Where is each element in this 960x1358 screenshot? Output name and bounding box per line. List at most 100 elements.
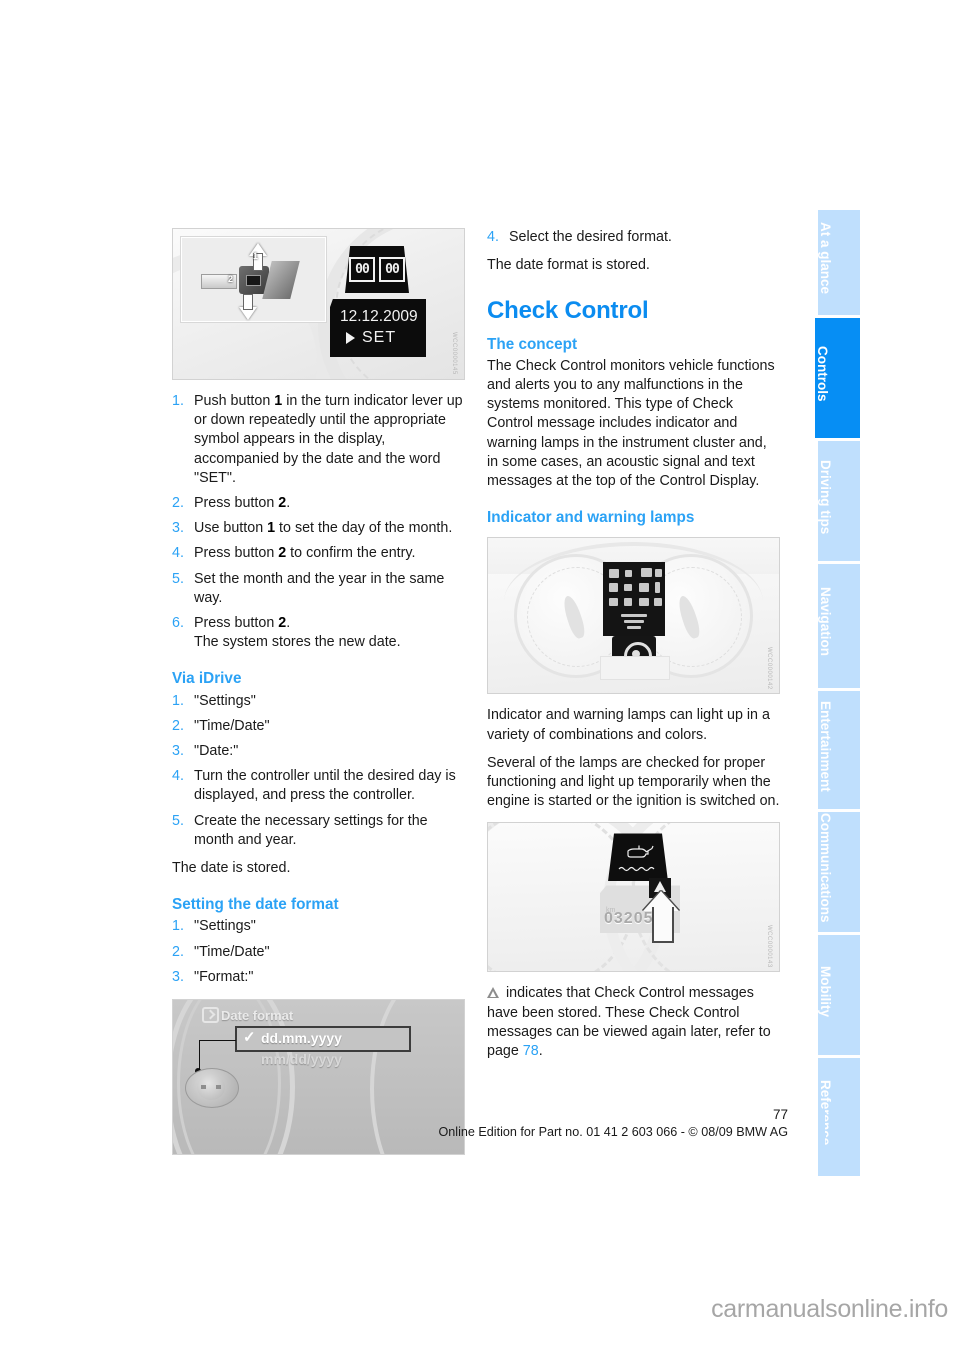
step-text: "Settings" [194,692,256,709]
step-text: Set the month and the year in the same w… [194,570,445,606]
list-item: 1. Push button 1 in the turn indicator l… [172,392,465,488]
heading-via-idrive: Via iDrive [172,670,242,688]
lamp-icon-8 [655,582,660,594]
lane-icon-bar-2 [624,620,644,624]
step-number: 3. [172,968,184,985]
checkmark-icon: ✓ [243,1029,256,1047]
sidebar-item-label: Controls [815,346,830,402]
right-column: 4. Select the desired format. The date f… [487,228,780,1070]
list-item: 5. Create the necessary settings for the… [172,812,465,850]
lcd-set-label: SET [362,329,397,346]
date-format-title-icon [202,1007,219,1024]
step-text: Press button 2 to confirm the entry. [194,545,416,562]
lcd-date-panel: 12.12.2009 SET [330,299,426,357]
figure-credit-code: WCC0000145 [451,332,457,375]
footer-marker-bar [818,1110,825,1158]
page-reference-link[interactable]: 78 [523,1043,539,1059]
step-number: 1. [172,393,184,409]
manual-page: 1 2 00 00 12.12.2009 SET WCC0000145 1. P… [0,0,960,1358]
lane-icon-bar-1 [621,614,647,618]
step-number: 3. [172,743,184,760]
sidebar-item-label: At a glance [818,222,833,295]
page-footer: 77 Online Edition for Part no. 01 41 2 6… [0,1107,810,1139]
step-number: 4. [487,229,499,245]
list-item: 3. Use button 1 to set the day of the mo… [172,519,465,538]
step-number: 6. [172,615,184,632]
step-number: 5. [172,812,184,829]
sidebar-item-mobility[interactable]: Mobility [818,935,860,1055]
step-number: 4. [172,545,184,562]
menu-option-selected: dd.mm.yyyy [261,1030,342,1047]
sidebar-item-label: Driving tips [818,459,833,535]
list-item: 1. "Settings" [172,917,465,936]
list-item: 4. Select the desired format. [487,228,780,247]
heading-check-control: Check Control [487,297,649,325]
sidebar-item-driving-tips[interactable]: Driving tips [818,441,860,561]
figure-turn-indicator-lever: 1 2 00 00 12.12.2009 SET WCC0000145 [172,228,465,380]
oil-can-icon [627,845,654,859]
figure-oil-warning-lamp: km 032050 WCC0000143 [487,822,780,973]
lane-icon-bar-3 [627,626,641,630]
lamp-icon-6 [624,584,632,592]
arrow-down-stem [244,295,252,309]
list-item: 4. Press button 2 to confirm the entry. [172,544,465,563]
step-text: "Time/Date" [194,717,270,734]
lamp-icon-3 [641,568,652,578]
callout-arrow-shaft [652,907,674,944]
lever-detail-box: 1 2 [180,236,327,323]
lamp-icon-4 [655,569,662,578]
heading-setting-date-format: Setting the date format [172,896,339,914]
edition-line: Online Edition for Part no. 01 41 2 603 … [438,1125,788,1139]
sidebar-item-label: Navigation [818,587,833,657]
step-number: 4. [172,768,184,785]
controller-mark-right [216,1085,221,1090]
sidebar-item-communications[interactable]: Communications [818,812,860,932]
lamp-icon-2 [625,570,632,578]
heading-the-concept: The concept [487,335,578,353]
list-item: 2. Press button 2. [172,494,465,513]
warning-triangle-icon [487,987,499,999]
step-text: "Settings" [194,918,256,935]
step-text: Press button 2. [194,615,291,632]
list-item: 3. "Date:" [172,742,465,761]
steps-set-date-manual: 1. Push button 1 in the turn indicator l… [172,392,465,652]
after-step-4-text: The date format is stored. [487,257,650,274]
list-item: 3. "Format:" [172,968,465,987]
lamp-icon-10 [624,598,632,607]
step-text: Push button 1 in the turn indicator leve… [194,393,463,486]
oil-lamp-display [608,833,668,882]
step-text: "Format:" [194,968,254,985]
sidebar-item-controls[interactable]: Controls [815,318,860,438]
step-text: Use button 1 to set the day of the month… [194,520,453,537]
lamps-paragraph-3: indicates that Check Control messages ha… [487,984,780,1061]
steps-setting-date-format: 1. "Settings" 2. "Time/Date" 3. "Format:… [172,917,465,987]
list-item: 1. "Settings" [172,692,465,711]
page-number: 77 [772,1107,788,1122]
cluster-lower-tray [600,656,670,681]
lamps-paragraph-3-post: . [538,1043,543,1060]
step-subtext: The system stores the new date. [194,634,401,651]
sidebar-item-navigation[interactable]: Navigation [818,564,860,688]
lamp-icon-1 [609,569,619,579]
step-text: Create the necessary settings for the mo… [194,812,428,848]
callout-1-label: 1 [253,251,259,261]
lcd-segment-left: 00 [349,257,375,282]
step-number: 2. [172,943,184,960]
lcd-segment-right: 00 [379,257,405,282]
callout-2-label: 2 [228,274,234,284]
concept-paragraph: The Check Control monitors vehicle funct… [487,357,775,490]
step-number: 3. [172,520,184,537]
sidebar-item-label: Communications [818,813,833,923]
lamp-icon-5 [609,583,618,593]
menu-option-other: mm/dd/yyyy [261,1051,342,1068]
figure-instrument-cluster: WCC0000142 [487,537,780,695]
lcd-pointer-icon [346,332,355,344]
lamp-icon-9 [609,598,618,607]
lamps-paragraph-1: Indicator and warning lamps can light up… [487,707,770,743]
figure-credit-code: WCC0000142 [766,646,772,690]
sidebar-item-label: Entertainment [818,700,833,792]
steps-via-idrive: 1. "Settings" 2. "Time/Date" 3. "Date:" … [172,692,465,850]
sidebar-item-at-a-glance[interactable]: At a glance [818,210,860,315]
sidebar-item-entertainment[interactable]: Entertainment [818,691,860,809]
step-text: "Date:" [194,743,239,760]
